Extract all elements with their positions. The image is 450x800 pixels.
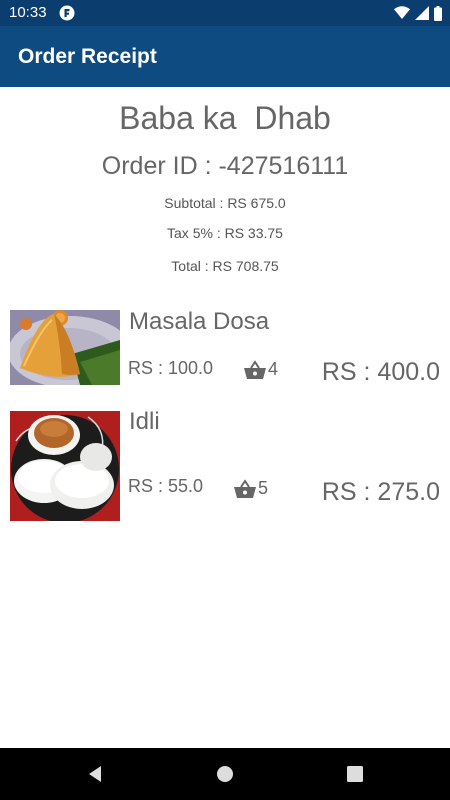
signal-icon [415,6,429,20]
basket-icon [234,478,256,498]
item-name: Idli [129,408,160,435]
status-icons [394,4,442,22]
item-price: RS : 55.0 [128,476,204,496]
item-quantity: 5 [233,478,268,499]
battery-icon [434,5,442,21]
app-notification-icon [59,5,75,21]
tax-text: Tax 5% : RS 33.75 [167,225,283,241]
list-item[interactable]: Idli RS : 55.0 5 RS : 275.0 [0,408,450,521]
item-quantity: 4 [243,359,278,380]
list-item[interactable]: Masala Dosa RS : 100.0 4 RS : 400.0 [0,308,450,420]
item-line-total: RS : 400.0 [321,358,440,386]
app-bar: Order Receipt [0,26,450,87]
subtotal-text: Subtotal : RS 675.0 [164,195,286,211]
item-quantity-value: 5 [258,478,269,498]
navigation-bar [0,748,450,800]
item-price: RS : 100.0 [128,358,214,378]
wifi-icon [394,6,410,20]
back-icon[interactable] [85,764,105,784]
idli-photo [10,411,120,521]
total-text: Total : RS 708.75 [171,258,279,274]
status-time: 10:33 [9,4,47,21]
order-id: Order ID : -427516111 [101,152,349,180]
item-name: Masala Dosa [129,308,270,335]
restaurant-name: Baba ka Dhab [119,100,331,136]
status-bar: 10:33 [0,0,450,26]
recents-icon[interactable] [345,764,365,784]
order-receipt-screen: 10:33 Order Receipt Baba ka Dhab Order I… [0,0,450,800]
basket-icon [244,359,266,379]
item-quantity-value: 4 [268,359,279,379]
item-line-total: RS : 275.0 [321,478,440,506]
home-icon[interactable] [215,764,235,784]
masala-dosa-photo [10,310,120,385]
page-title: Order Receipt [18,45,157,68]
